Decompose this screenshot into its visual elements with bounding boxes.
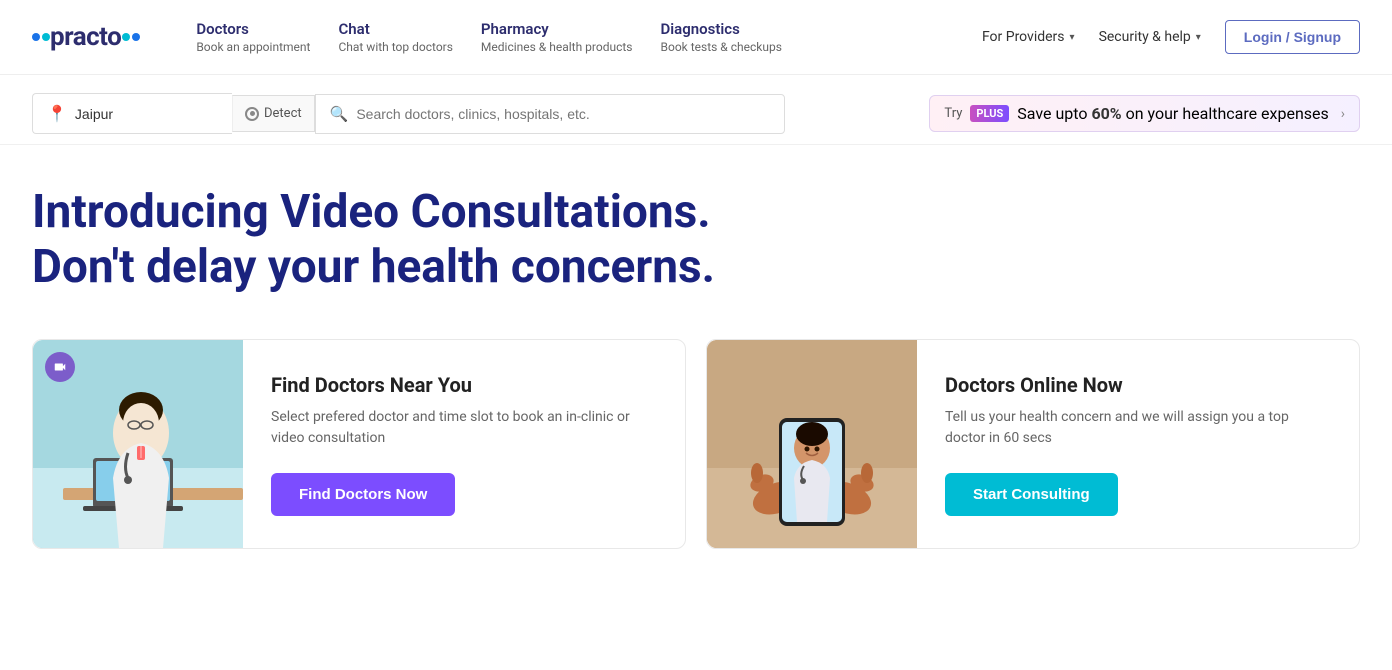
nav-chat-sub: Chat with top doctors — [338, 40, 452, 54]
for-providers-menu[interactable]: For Providers ▾ — [982, 29, 1075, 45]
logo-dot-left — [32, 33, 40, 41]
logo-dot-right1 — [122, 33, 130, 41]
nav-doctors-sub: Book an appointment — [196, 40, 310, 54]
detect-icon — [245, 107, 259, 121]
plus-chevron-icon: › — [1341, 106, 1345, 122]
nav-pharmacy-sub: Medicines & health products — [481, 40, 633, 54]
doctors-online-card: Doctors Online Now Tell us your health c… — [706, 339, 1360, 549]
nav-pharmacy-main: Pharmacy — [481, 20, 633, 38]
for-providers-label: For Providers — [982, 29, 1065, 45]
nav-item-doctors[interactable]: Doctors Book an appointment — [196, 20, 310, 54]
try-plus-banner[interactable]: Try PLUS Save upto 60% on your healthcar… — [929, 95, 1360, 132]
try-text: Try — [944, 106, 962, 121]
security-help-label: Security & help — [1099, 29, 1191, 45]
logo-dot-right2 — [132, 33, 140, 41]
location-pin-icon: 📍 — [47, 104, 67, 123]
plus-save-text: Save upto 60% on your healthcare expense… — [1017, 104, 1329, 123]
find-doctors-button[interactable]: Find Doctors Now — [271, 473, 455, 516]
search-input[interactable] — [356, 106, 769, 122]
start-consulting-button[interactable]: Start Consulting — [945, 473, 1118, 516]
hero-title: Introducing Video Consultations. Don't d… — [32, 185, 832, 295]
cards-section: Find Doctors Near You Select prefered do… — [0, 315, 1392, 549]
nav-chat-main: Chat — [338, 20, 452, 38]
doctor-card1-image — [33, 340, 243, 548]
logo[interactable]: practo — [32, 22, 140, 52]
plus-badge: PLUS — [970, 105, 1009, 122]
search-section: 📍 Detect 🔍 Try PLUS Save upto 60% on you… — [0, 75, 1392, 145]
card2-content: Doctors Online Now Tell us your health c… — [917, 340, 1359, 548]
detect-label: Detect — [264, 106, 302, 121]
nav-item-chat[interactable]: Chat Chat with top doctors — [338, 20, 452, 54]
logo-dot-mid — [42, 33, 50, 41]
nav-doctors-main: Doctors — [196, 20, 310, 38]
nav-right: For Providers ▾ Security & help ▾ Login … — [982, 20, 1360, 54]
card1-title: Find Doctors Near You — [271, 373, 657, 397]
security-help-menu[interactable]: Security & help ▾ — [1099, 29, 1201, 45]
card1-content: Find Doctors Near You Select prefered do… — [243, 340, 685, 548]
card2-title: Doctors Online Now — [945, 373, 1331, 397]
logo-text: practo — [50, 22, 121, 52]
doctor-illustration-2 — [707, 340, 917, 548]
search-icon: 🔍 — [330, 105, 349, 123]
nav-diagnostics-main: Diagnostics — [661, 20, 782, 38]
location-box: 📍 — [32, 93, 232, 134]
navbar: practo Doctors Book an appointment Chat … — [0, 0, 1392, 75]
login-signup-button[interactable]: Login / Signup — [1225, 20, 1360, 54]
security-chevron-icon: ▾ — [1196, 32, 1201, 43]
card2-desc: Tell us your health concern and we will … — [945, 407, 1331, 449]
hero-line2: Don't delay your health concerns. — [32, 240, 832, 295]
detect-button[interactable]: Detect — [232, 95, 315, 132]
search-box: 🔍 — [315, 94, 785, 134]
location-input[interactable] — [75, 106, 175, 122]
find-doctors-card: Find Doctors Near You Select prefered do… — [32, 339, 686, 549]
nav-items: Doctors Book an appointment Chat Chat wi… — [196, 20, 950, 54]
card1-desc: Select prefered doctor and time slot to … — [271, 407, 657, 449]
nav-item-pharmacy[interactable]: Pharmacy Medicines & health products — [481, 20, 633, 54]
nav-diagnostics-sub: Book tests & checkups — [661, 40, 782, 54]
providers-chevron-icon: ▾ — [1070, 32, 1075, 43]
detect-dot — [250, 111, 255, 116]
hero-line1: Introducing Video Consultations. — [32, 185, 832, 240]
nav-item-diagnostics[interactable]: Diagnostics Book tests & checkups — [661, 20, 782, 54]
hero-section: Introducing Video Consultations. Don't d… — [0, 145, 1392, 315]
doctor-card2-image — [707, 340, 917, 548]
